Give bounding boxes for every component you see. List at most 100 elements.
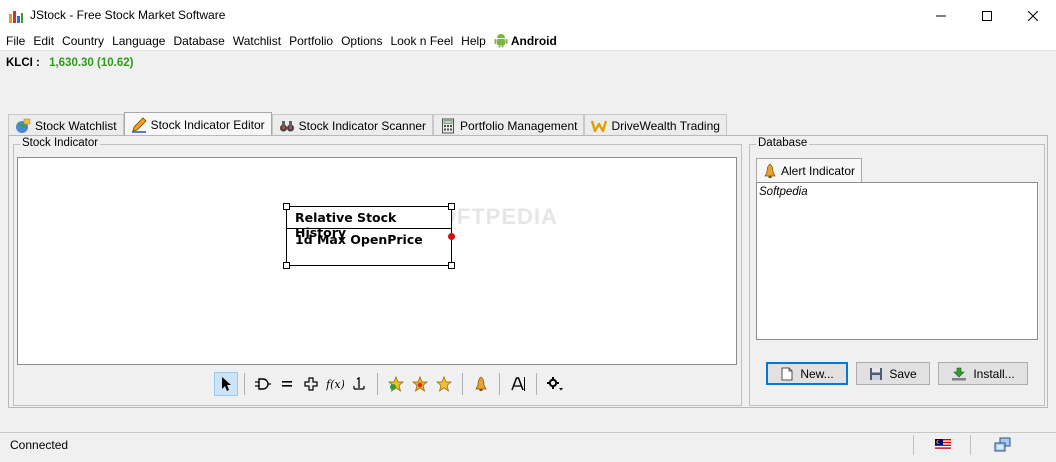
tab-portfolio-management[interactable]: Portfolio Management <box>433 114 585 136</box>
index-value: 1,630.30 (10.62) <box>49 57 134 69</box>
database-group: Database Alert Indicator Softpedia New..… <box>749 137 1045 406</box>
toolbar-separator <box>499 373 500 395</box>
stock-indicator-group: Stock Indicator SOFTPEDIA Relative Stock… <box>13 137 742 406</box>
main-tabs: Stock Watchlist Stock Indicator Editor S… <box>8 112 727 136</box>
star-add-tool-button[interactable] <box>384 372 408 396</box>
indicator-block-title: Relative Stock History <box>287 207 451 240</box>
menu-edit[interactable]: Edit <box>29 31 58 51</box>
alert-tool-button[interactable] <box>469 372 493 396</box>
toolbar-separator <box>536 373 537 395</box>
menu-android[interactable]: Android <box>490 33 561 48</box>
gate-tool-button[interactable] <box>251 372 275 396</box>
minimize-button[interactable] <box>918 0 964 31</box>
editor-toolbar: f(x) <box>214 370 567 398</box>
settings-tool-button[interactable] <box>543 372 567 396</box>
star-add-icon <box>388 376 404 392</box>
binoculars-icon <box>279 120 294 131</box>
pointer-tool-button[interactable] <box>214 372 238 396</box>
resize-handle[interactable] <box>448 203 455 210</box>
one-icon <box>353 377 365 390</box>
pencil-icon <box>131 116 147 133</box>
maximize-icon <box>982 10 992 21</box>
maximize-button[interactable] <box>964 0 1010 31</box>
title-bar: JStock - Free Stock Market Software <box>0 0 1056 31</box>
close-icon <box>1028 10 1038 21</box>
bell-icon <box>764 163 776 178</box>
svg-text:f(x): f(x) <box>326 378 344 391</box>
stock-indicator-editor-panel: Stock Indicator SOFTPEDIA Relative Stock… <box>8 135 1048 408</box>
network-status-icon[interactable] <box>994 437 1012 453</box>
floppy-disk-icon <box>870 367 883 380</box>
plus-tool-button[interactable] <box>299 372 323 396</box>
toolbar-separator <box>462 373 463 395</box>
star-gold-tool-button[interactable] <box>432 372 456 396</box>
drivewealth-icon <box>591 120 608 132</box>
pointer-icon <box>222 377 231 391</box>
close-button[interactable] <box>1010 0 1056 31</box>
equals-icon <box>282 381 292 387</box>
android-label: Android <box>510 33 557 48</box>
tab-alert-indicator[interactable]: Alert Indicator <box>756 158 863 182</box>
function-icon: f(x) <box>326 378 344 391</box>
new-button[interactable]: New... <box>766 362 848 385</box>
alert-indicator-list[interactable]: Softpedia <box>756 182 1038 340</box>
tab-label: Alert Indicator <box>781 163 856 178</box>
menu-country[interactable]: Country <box>58 31 108 51</box>
menu-watchlist[interactable]: Watchlist <box>229 31 285 51</box>
tab-drivewealth-trading[interactable]: DriveWealth Trading <box>584 114 727 136</box>
tab-stock-indicator-editor[interactable]: Stock Indicator Editor <box>123 112 272 136</box>
plus-icon <box>304 377 318 391</box>
save-button-label: Save <box>889 366 917 381</box>
bell-icon <box>475 376 487 391</box>
install-button[interactable]: Install... <box>938 362 1028 385</box>
indicator-canvas[interactable]: SOFTPEDIA Relative Stock History 1d Max … <box>17 157 737 365</box>
resize-handle[interactable] <box>448 262 455 269</box>
function-tool-button[interactable]: f(x) <box>323 372 347 396</box>
menu-options[interactable]: Options <box>337 31 386 51</box>
indicator-block-row: 1d Max OpenPrice <box>295 232 423 247</box>
text-tool-button[interactable] <box>506 372 530 396</box>
android-icon <box>494 34 508 48</box>
status-bar: Connected <box>0 432 1056 456</box>
star-tool-button[interactable] <box>408 372 432 396</box>
list-item[interactable]: Softpedia <box>759 186 1035 198</box>
menu-help[interactable]: Help <box>457 31 490 51</box>
menu-database[interactable]: Database <box>169 31 228 51</box>
text-icon <box>511 377 525 391</box>
tab-label: Stock Indicator Editor <box>150 117 265 132</box>
install-icon <box>952 367 967 380</box>
star-gold-icon <box>436 376 452 392</box>
install-button-label: Install... <box>973 366 1015 381</box>
group-title: Stock Indicator <box>20 137 101 149</box>
index-display: KLCI : 1,630.30 (10.62) <box>6 57 133 69</box>
resize-handle[interactable] <box>283 262 290 269</box>
menu-look-n-feel[interactable]: Look n Feel <box>386 31 457 51</box>
menu-language[interactable]: Language <box>108 31 169 51</box>
malaysia-flag-icon[interactable] <box>935 439 951 450</box>
globe-icon <box>16 118 31 133</box>
toolbar-separator <box>244 373 245 395</box>
tab-label: Portfolio Management <box>460 118 578 133</box>
star-icon <box>412 376 428 392</box>
status-separator <box>913 435 914 455</box>
index-label: KLCI : <box>6 57 40 69</box>
tab-label: DriveWealth Trading <box>611 118 720 133</box>
save-button[interactable]: Save <box>856 362 930 385</box>
new-document-icon <box>781 367 793 380</box>
new-button-label: New... <box>800 366 834 381</box>
constant-tool-button[interactable] <box>347 372 371 396</box>
indicator-block[interactable]: Relative Stock History 1d Max OpenPrice <box>283 203 455 269</box>
resize-handle[interactable] <box>283 203 290 210</box>
output-port[interactable] <box>448 233 455 240</box>
tab-stock-watchlist[interactable]: Stock Watchlist <box>8 114 124 136</box>
connection-status: Connected <box>10 438 69 452</box>
menu-file[interactable]: File <box>2 31 29 51</box>
tab-label: Stock Indicator Scanner <box>298 118 427 133</box>
status-separator <box>970 435 971 455</box>
equals-tool-button[interactable] <box>275 372 299 396</box>
gear-icon <box>547 377 563 391</box>
jstock-app-icon <box>9 11 23 23</box>
tab-stock-indicator-scanner[interactable]: Stock Indicator Scanner <box>271 114 434 136</box>
menu-bar: File Edit Country Language Database Watc… <box>0 31 1056 51</box>
menu-portfolio[interactable]: Portfolio <box>285 31 337 51</box>
